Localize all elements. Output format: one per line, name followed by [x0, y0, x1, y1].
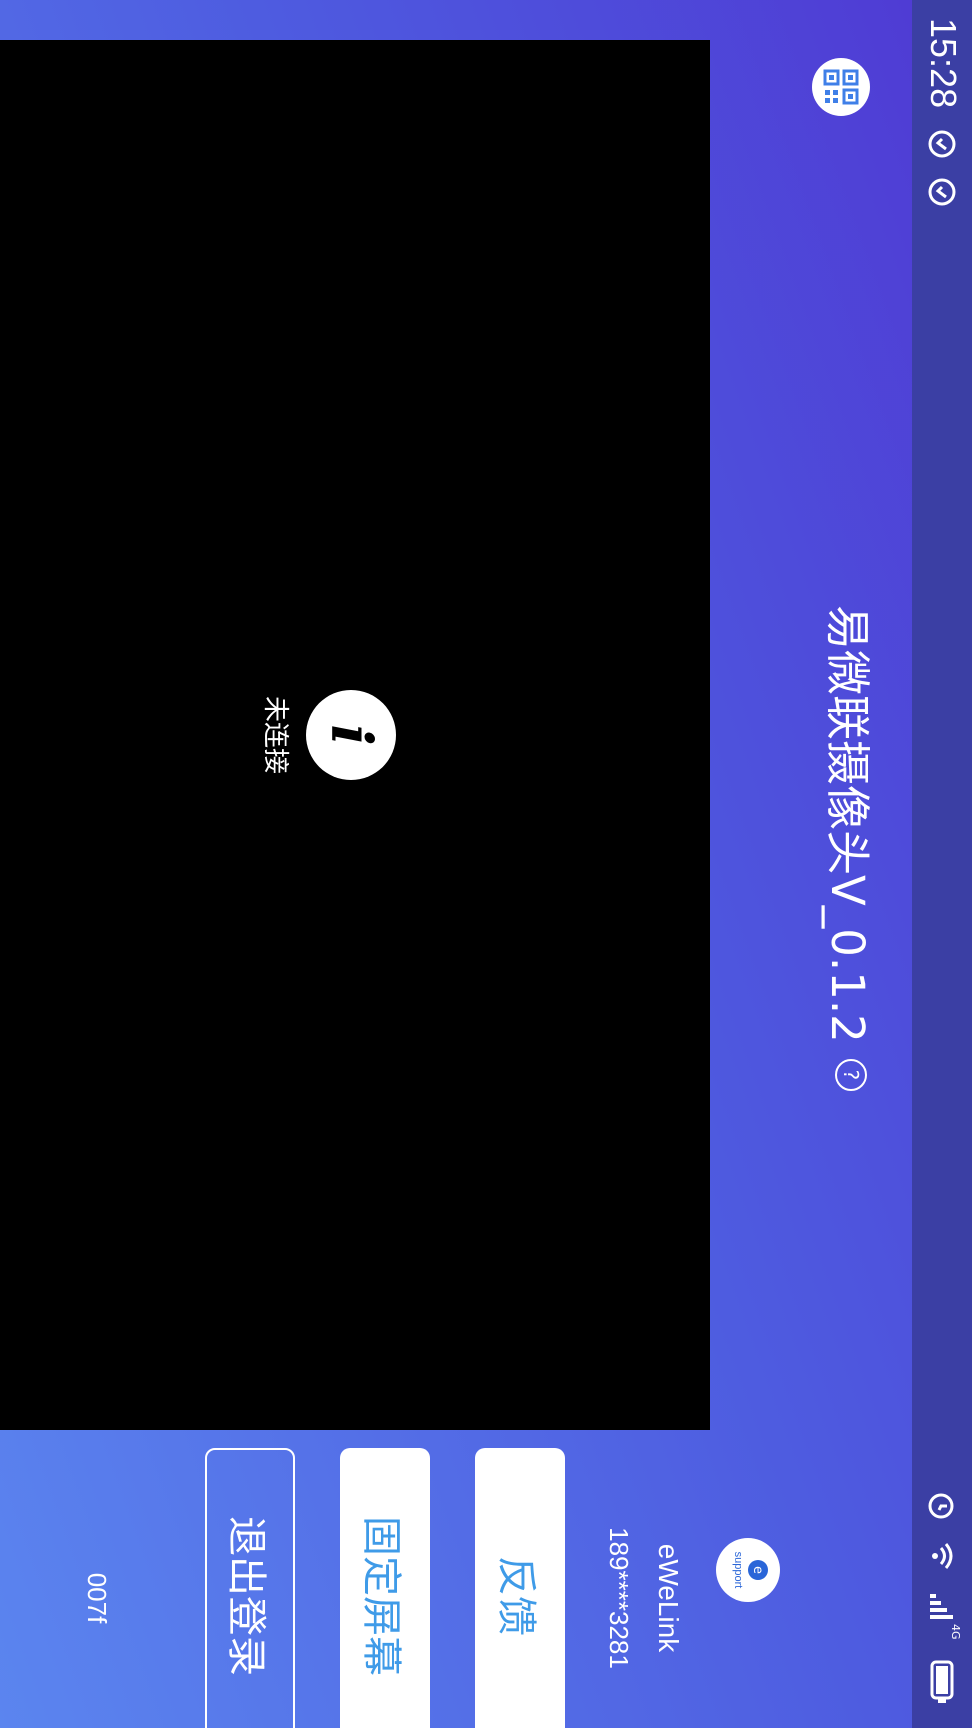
- app-title: 易微联摄像头V_0.1.2: [821, 605, 874, 1043]
- support-icon-label: support: [732, 1551, 744, 1589]
- feedback-button[interactable]: 反馈: [475, 1448, 565, 1728]
- screen: 15:28 4G 易微联摄像头V_0.1.2 ? i 未连接 e support…: [0, 0, 972, 1728]
- network-type-label: 4G: [949, 1624, 962, 1640]
- connection-status-text: 未连接: [260, 695, 290, 774]
- logout-button[interactable]: 退出登录: [205, 1448, 295, 1728]
- qr-code-icon: [823, 69, 859, 105]
- header: 易微联摄像头V_0.1.2 ?: [819, 605, 884, 1091]
- battery-icon: [930, 1660, 954, 1703]
- signal-icon: [930, 1594, 953, 1619]
- support-icon[interactable]: e support: [716, 1538, 780, 1602]
- connection-status: i 未连接: [259, 690, 396, 780]
- fix-screen-button[interactable]: 固定屏幕: [340, 1448, 430, 1728]
- support-icon-letter: e: [750, 1566, 766, 1574]
- clock-icon: [928, 178, 956, 206]
- qr-code-button[interactable]: [812, 58, 870, 116]
- clock-icon: [928, 130, 956, 158]
- help-icon[interactable]: ?: [835, 1058, 868, 1091]
- status-time: 15:28: [923, 18, 964, 109]
- device-code: 007f: [82, 1572, 112, 1624]
- status-bar: 15:28 4G: [912, 0, 972, 1728]
- info-icon: i: [306, 690, 396, 780]
- video-player[interactable]: i 未连接: [0, 40, 710, 1430]
- alarm-icon: [928, 1493, 954, 1519]
- info-glyph: i: [318, 724, 384, 746]
- account-name: eWeLink: [653, 1543, 684, 1653]
- wifi-icon: [932, 1543, 953, 1569]
- account-phone: 189****3281: [604, 1527, 634, 1669]
